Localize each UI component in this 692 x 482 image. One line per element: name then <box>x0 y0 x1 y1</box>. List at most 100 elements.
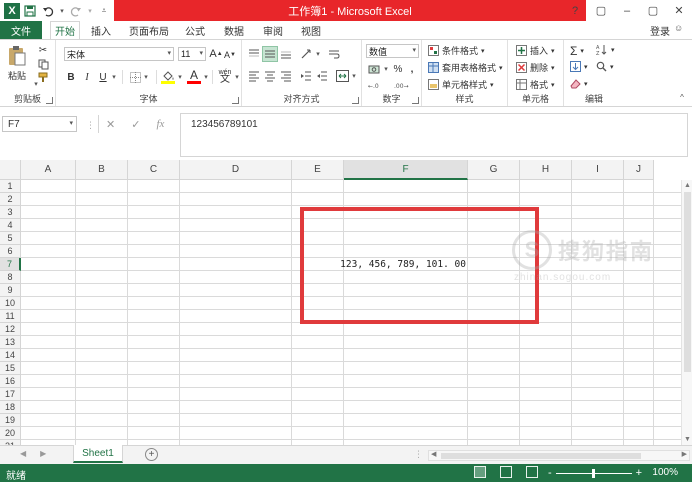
tab-formulas[interactable]: 公式 <box>180 21 210 39</box>
tab-insert[interactable]: 插入 <box>86 21 116 39</box>
row-header-17[interactable]: 17 <box>0 388 21 401</box>
chevron-down-icon[interactable]: ▾ <box>199 49 203 57</box>
vertical-scrollbar[interactable]: ▲ ▼ <box>681 180 692 445</box>
row-header-18[interactable]: 18 <box>0 401 21 414</box>
tab-view[interactable]: 视图 <box>296 21 326 39</box>
number-launcher-icon[interactable] <box>412 97 419 104</box>
scroll-down-icon[interactable]: ▼ <box>684 436 691 443</box>
sheet-tab-sheet1[interactable]: Sheet1 <box>73 445 123 463</box>
row-header-3[interactable]: 3 <box>0 206 21 219</box>
phonetic-dropdown-icon[interactable]: ▾ <box>233 70 241 84</box>
insert-function-button[interactable]: fx <box>156 118 164 130</box>
column-header-i[interactable]: I <box>572 160 624 180</box>
row-header-10[interactable]: 10 <box>0 297 21 310</box>
merge-dropdown-icon[interactable]: ▾ <box>350 68 358 84</box>
accounting-format-icon[interactable] <box>366 62 382 76</box>
zoom-track[interactable] <box>555 468 632 478</box>
undo-icon[interactable] <box>40 3 56 19</box>
fill-color-icon[interactable] <box>160 68 176 84</box>
collapse-ribbon-icon[interactable]: ^ <box>676 92 688 102</box>
zoom-level[interactable]: 100% <box>652 467 678 478</box>
row-header-9[interactable]: 9 <box>0 284 21 297</box>
underline-button[interactable]: U <box>96 70 110 84</box>
increase-decimal-icon[interactable]: ←.0 <box>366 78 388 92</box>
row-header-16[interactable]: 16 <box>0 375 21 388</box>
italic-button[interactable]: I <box>80 70 94 84</box>
column-header-d[interactable]: D <box>180 160 292 180</box>
merge-center-icon[interactable] <box>334 68 350 84</box>
row-header-11[interactable]: 11 <box>0 310 21 323</box>
column-header-h[interactable]: H <box>520 160 572 180</box>
autosum-button[interactable]: Σ ▾ <box>570 44 584 58</box>
scroll-right-icon[interactable]: ▶ <box>682 450 687 458</box>
row-header-6[interactable]: 6 <box>0 245 21 258</box>
row-header-5[interactable]: 5 <box>0 232 21 245</box>
row-header-2[interactable]: 2 <box>0 193 21 206</box>
horizontal-scrollbar[interactable]: ◀ ▶ <box>428 450 690 461</box>
formula-input[interactable]: 123456789101 <box>180 113 688 157</box>
fill-color-dropdown-icon[interactable]: ▾ <box>176 70 184 84</box>
scroll-left-icon[interactable]: ◀ <box>431 450 436 458</box>
horizontal-scroll-thumb[interactable] <box>441 453 641 459</box>
bold-button[interactable]: B <box>64 70 78 84</box>
align-center-icon[interactable] <box>262 68 278 84</box>
copy-icon[interactable] <box>36 58 50 70</box>
redo-icon[interactable] <box>68 3 84 19</box>
select-all-corner[interactable] <box>0 160 21 180</box>
row-header-15[interactable]: 15 <box>0 362 21 375</box>
clipboard-launcher-icon[interactable] <box>46 97 53 104</box>
chevron-down-icon[interactable]: ▾ <box>167 49 171 57</box>
wrap-text-icon[interactable] <box>326 46 342 62</box>
ribbon-display-icon[interactable]: ▢ <box>588 0 614 21</box>
borders-dropdown-icon[interactable]: ▾ <box>142 70 150 84</box>
font-size-combo[interactable]: 11 ▾ <box>178 47 206 61</box>
tab-page-layout[interactable]: 页面布局 <box>124 21 174 39</box>
row-header-19[interactable]: 19 <box>0 414 21 427</box>
column-header-c[interactable]: C <box>128 160 180 180</box>
chevron-down-icon[interactable]: ▾ <box>412 46 416 54</box>
column-header-e[interactable]: E <box>292 160 344 180</box>
sort-filter-button[interactable]: AZ ▾ <box>596 44 615 55</box>
font-launcher-icon[interactable] <box>232 97 239 104</box>
column-header-j[interactable]: J <box>624 160 654 180</box>
column-header-a[interactable]: A <box>21 160 76 180</box>
scroll-up-icon[interactable]: ▲ <box>684 182 691 189</box>
percent-button[interactable]: % <box>392 62 404 76</box>
row-header-14[interactable]: 14 <box>0 349 21 362</box>
decrease-indent-icon[interactable] <box>298 68 314 84</box>
accounting-dropdown-icon[interactable]: ▾ <box>382 62 390 76</box>
delete-cells-button[interactable]: 删除 ▾ <box>516 61 555 74</box>
conditional-format-button[interactable]: 条件格式 ▾ <box>428 44 485 57</box>
cell-styles-button[interactable]: 单元格样式 ▾ <box>428 78 494 91</box>
column-header-f[interactable]: F <box>344 160 468 180</box>
format-cells-button[interactable]: 格式 ▾ <box>516 78 555 91</box>
save-icon[interactable] <box>22 3 38 19</box>
page-break-view-icon[interactable] <box>526 466 538 478</box>
chevron-down-icon[interactable]: ▾ <box>69 119 73 127</box>
row-header-13[interactable]: 13 <box>0 336 21 349</box>
name-box[interactable]: F7 ▾ <box>2 116 77 132</box>
row-header-4[interactable]: 4 <box>0 219 21 232</box>
zoom-slider[interactable]: - + <box>548 466 642 480</box>
format-as-table-button[interactable]: 套用表格格式 ▾ <box>428 61 503 74</box>
page-layout-view-icon[interactable] <box>500 466 512 478</box>
row-header-8[interactable]: 8 <box>0 271 21 284</box>
cut-icon[interactable]: ✂ <box>36 44 50 56</box>
undo-dropdown-icon[interactable]: ▾ <box>58 3 66 19</box>
grow-font-button[interactable]: A ▲ <box>209 47 222 61</box>
redo-dropdown-icon[interactable]: ▾ <box>86 3 94 19</box>
tab-home[interactable]: 开始 <box>50 21 80 39</box>
align-right-icon[interactable] <box>278 68 294 84</box>
orientation-dropdown-icon[interactable]: ▾ <box>314 46 322 62</box>
shrink-font-button[interactable]: A ▼ <box>224 48 236 62</box>
vertical-scroll-thumb[interactable] <box>684 192 691 372</box>
orientation-icon[interactable] <box>298 46 314 62</box>
number-format-combo[interactable]: 数值 ▾ <box>366 44 419 58</box>
find-select-button[interactable]: ▾ <box>596 61 614 72</box>
fill-button[interactable]: ▾ <box>570 61 588 72</box>
resize-handle-icon[interactable]: ⋮ <box>86 120 95 131</box>
next-sheet-icon[interactable]: ▶ <box>40 449 46 458</box>
customize-qat-icon[interactable]: ⩡ <box>96 3 112 19</box>
tab-review[interactable]: 审阅 <box>258 21 288 39</box>
row-header-12[interactable]: 12 <box>0 323 21 336</box>
